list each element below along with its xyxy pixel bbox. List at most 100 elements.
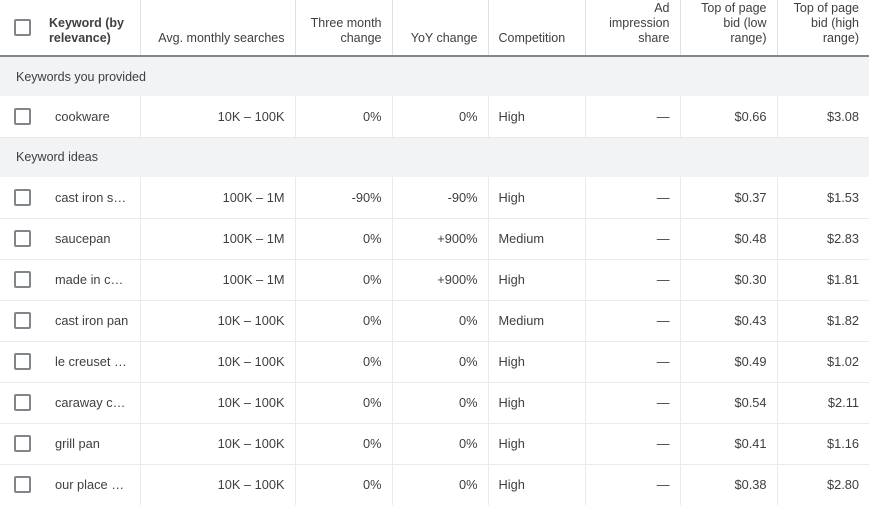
row-checkbox[interactable] [14, 312, 31, 329]
cell-top-of-page-bid-low: $0.48 [680, 218, 777, 259]
cell-top-of-page-bid-low: $0.54 [680, 382, 777, 423]
cell-three-month-change: 0% [295, 218, 392, 259]
cell-keyword[interactable]: our place pan [45, 464, 140, 505]
table-row[interactable]: cast iron pan10K – 100K0%0%Medium—$0.43$… [0, 300, 869, 341]
row-checkbox[interactable] [14, 108, 31, 125]
cell-three-month-change: -90% [295, 177, 392, 218]
cell-competition: High [488, 464, 585, 505]
cell-yoy-change: 0% [392, 423, 488, 464]
table-body: Keywords you providedcookware10K – 100K0… [0, 56, 869, 505]
cell-three-month-change: 0% [295, 259, 392, 300]
cell-top-of-page-bid-high: $1.81 [777, 259, 869, 300]
cell-avg-monthly-searches: 10K – 100K [140, 300, 295, 341]
table-row[interactable]: cookware10K – 100K0%0%High—$0.66$3.08 [0, 96, 869, 137]
cell-top-of-page-bid-high: $2.80 [777, 464, 869, 505]
cell-yoy-change: +900% [392, 218, 488, 259]
cell-competition: High [488, 382, 585, 423]
cell-top-of-page-bid-high: $1.02 [777, 341, 869, 382]
row-select-cell[interactable] [0, 218, 45, 259]
cell-top-of-page-bid-high: $1.16 [777, 423, 869, 464]
cell-top-of-page-bid-high: $2.11 [777, 382, 869, 423]
section-header-row: Keyword ideas [0, 137, 869, 177]
cell-yoy-change: 0% [392, 464, 488, 505]
row-select-cell[interactable] [0, 259, 45, 300]
table-row[interactable]: our place pan10K – 100K0%0%High—$0.38$2.… [0, 464, 869, 505]
table-row[interactable]: saucepan100K – 1M0%+900%Medium—$0.48$2.8… [0, 218, 869, 259]
cell-keyword[interactable]: saucepan [45, 218, 140, 259]
row-select-cell[interactable] [0, 177, 45, 218]
cell-competition: High [488, 341, 585, 382]
cell-three-month-change: 0% [295, 464, 392, 505]
cell-yoy-change: 0% [392, 300, 488, 341]
keyword-planner-table: Keyword (by relevance) Avg. monthly sear… [0, 0, 869, 505]
cell-competition: High [488, 96, 585, 137]
row-checkbox[interactable] [14, 476, 31, 493]
cell-keyword[interactable]: caraway coo… [45, 382, 140, 423]
row-select-cell[interactable] [0, 341, 45, 382]
row-checkbox[interactable] [14, 435, 31, 452]
cell-keyword[interactable]: cookware [45, 96, 140, 137]
row-checkbox[interactable] [14, 230, 31, 247]
row-select-cell[interactable] [0, 382, 45, 423]
select-all-checkbox[interactable] [14, 19, 31, 36]
cell-avg-monthly-searches: 10K – 100K [140, 382, 295, 423]
cell-ad-impression-share: — [585, 382, 680, 423]
section-header-row: Keywords you provided [0, 56, 869, 96]
row-select-cell[interactable] [0, 300, 45, 341]
cell-keyword[interactable]: made in coo… [45, 259, 140, 300]
cell-ad-impression-share: — [585, 423, 680, 464]
cell-three-month-change: 0% [295, 382, 392, 423]
table-row[interactable]: le creuset ou…10K – 100K0%0%High—$0.49$1… [0, 341, 869, 382]
cell-keyword[interactable]: grill pan [45, 423, 140, 464]
row-select-cell[interactable] [0, 423, 45, 464]
cell-ad-impression-share: — [585, 96, 680, 137]
select-all-header-cell[interactable] [0, 0, 45, 56]
column-header-keyword[interactable]: Keyword (by relevance) [45, 0, 140, 56]
section-title: Keyword ideas [0, 137, 869, 177]
column-header-avg-monthly-searches[interactable]: Avg. monthly searches [140, 0, 295, 56]
cell-top-of-page-bid-high: $3.08 [777, 96, 869, 137]
cell-avg-monthly-searches: 100K – 1M [140, 218, 295, 259]
cell-top-of-page-bid-low: $0.66 [680, 96, 777, 137]
row-checkbox[interactable] [14, 271, 31, 288]
cell-ad-impression-share: — [585, 177, 680, 218]
cell-ad-impression-share: — [585, 218, 680, 259]
cell-keyword[interactable]: cast iron skill… [45, 177, 140, 218]
row-select-cell[interactable] [0, 464, 45, 505]
cell-top-of-page-bid-low: $0.43 [680, 300, 777, 341]
table-header: Keyword (by relevance) Avg. monthly sear… [0, 0, 869, 56]
cell-top-of-page-bid-high: $1.53 [777, 177, 869, 218]
table-row[interactable]: grill pan10K – 100K0%0%High—$0.41$1.16 [0, 423, 869, 464]
row-select-cell[interactable] [0, 96, 45, 137]
row-checkbox[interactable] [14, 189, 31, 206]
section-title: Keywords you provided [0, 56, 869, 96]
cell-ad-impression-share: — [585, 464, 680, 505]
cell-keyword[interactable]: cast iron pan [45, 300, 140, 341]
cell-keyword[interactable]: le creuset ou… [45, 341, 140, 382]
row-checkbox[interactable] [14, 394, 31, 411]
cell-yoy-change: 0% [392, 341, 488, 382]
column-header-three-month-change[interactable]: Three month change [295, 0, 392, 56]
cell-top-of-page-bid-low: $0.37 [680, 177, 777, 218]
cell-top-of-page-bid-low: $0.41 [680, 423, 777, 464]
cell-top-of-page-bid-low: $0.49 [680, 341, 777, 382]
column-header-top-of-page-bid-high[interactable]: Top of page bid (high range) [777, 0, 869, 56]
column-header-ad-impression-share[interactable]: Ad impression share [585, 0, 680, 56]
column-header-competition[interactable]: Competition [488, 0, 585, 56]
cell-competition: High [488, 259, 585, 300]
cell-ad-impression-share: — [585, 300, 680, 341]
cell-avg-monthly-searches: 10K – 100K [140, 341, 295, 382]
cell-ad-impression-share: — [585, 341, 680, 382]
cell-avg-monthly-searches: 100K – 1M [140, 259, 295, 300]
table-row[interactable]: caraway coo…10K – 100K0%0%High—$0.54$2.1… [0, 382, 869, 423]
header-row: Keyword (by relevance) Avg. monthly sear… [0, 0, 869, 56]
cell-competition: High [488, 177, 585, 218]
cell-top-of-page-bid-low: $0.38 [680, 464, 777, 505]
table-row[interactable]: made in coo…100K – 1M0%+900%High—$0.30$1… [0, 259, 869, 300]
table-row[interactable]: cast iron skill…100K – 1M-90%-90%High—$0… [0, 177, 869, 218]
column-header-top-of-page-bid-low[interactable]: Top of page bid (low range) [680, 0, 777, 56]
row-checkbox[interactable] [14, 353, 31, 370]
column-header-yoy-change[interactable]: YoY change [392, 0, 488, 56]
cell-avg-monthly-searches: 10K – 100K [140, 96, 295, 137]
cell-three-month-change: 0% [295, 300, 392, 341]
